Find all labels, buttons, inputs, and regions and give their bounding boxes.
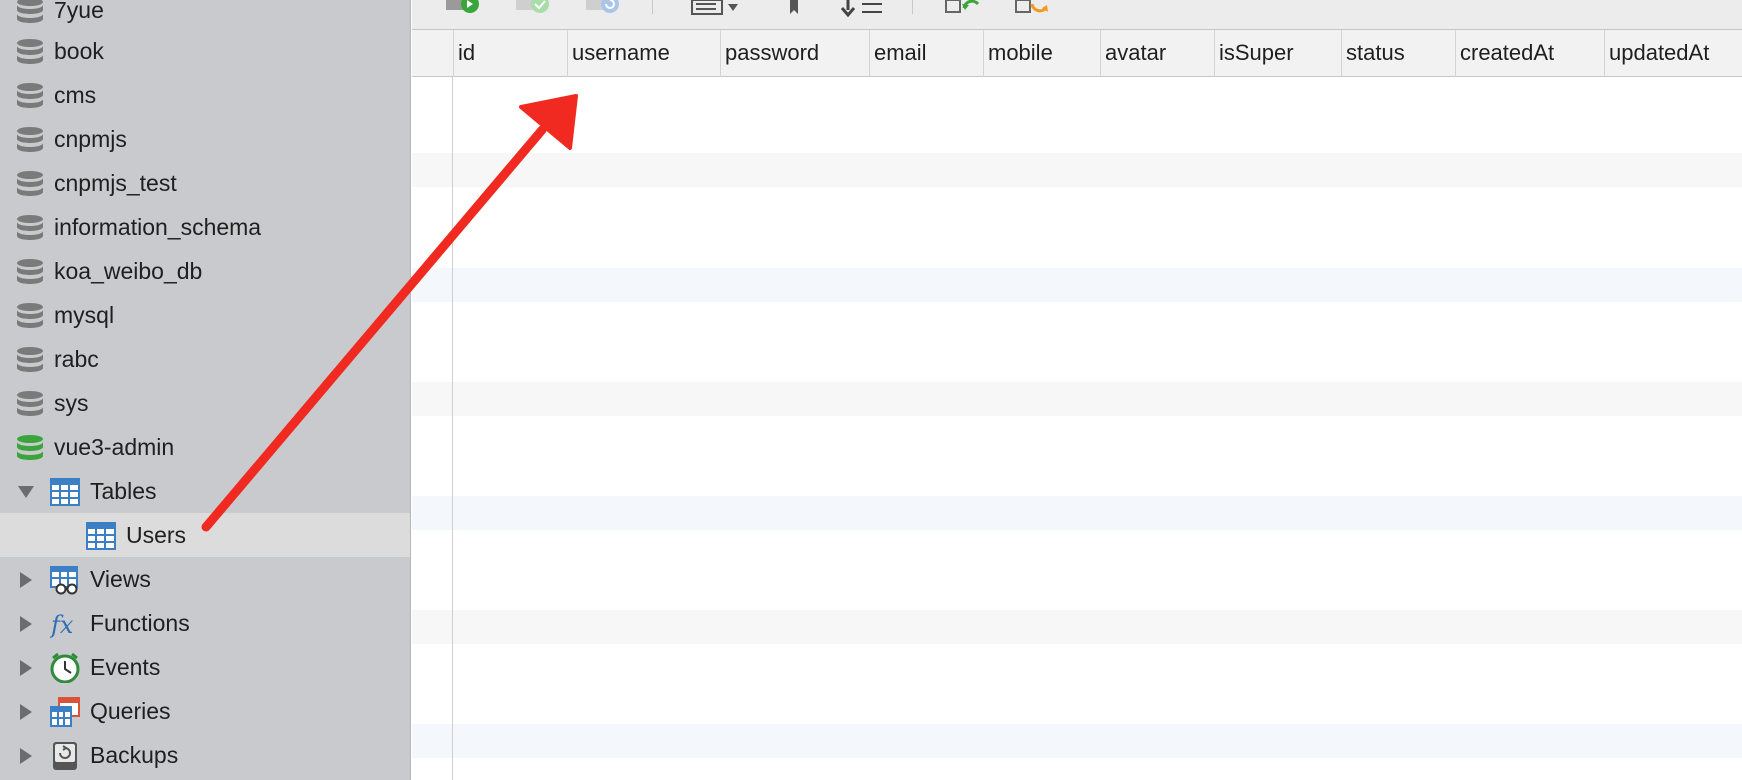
sidebar-item-cnpmjs[interactable]: cnpmjs: [0, 117, 410, 161]
backup-icon: [53, 742, 77, 770]
toolbar: [412, 0, 1742, 30]
sidebar-item-mysql[interactable]: mysql: [0, 293, 410, 337]
column-header-avatar[interactable]: avatar: [1100, 30, 1214, 77]
sidebar-item-label: Backups: [90, 742, 179, 768]
column-header-email[interactable]: email: [869, 30, 983, 77]
run-query-icon[interactable]: [444, 0, 480, 18]
sort-icon[interactable]: [840, 0, 886, 18]
column-header-issuper[interactable]: isSuper: [1214, 30, 1341, 77]
sidebar-group-events[interactable]: Events: [0, 645, 410, 689]
database-icon: [17, 171, 43, 196]
sidebar-item-label: koa_weibo_db: [54, 258, 203, 284]
refresh-icon[interactable]: [584, 0, 620, 18]
table-row[interactable]: [412, 610, 1742, 644]
table-row[interactable]: [412, 153, 1742, 187]
sidebar-item-vue3-admin[interactable]: vue3-admin: [0, 425, 410, 469]
database-icon: [17, 127, 43, 152]
column-header-createdat[interactable]: createdAt: [1455, 30, 1604, 77]
database-icon: [17, 83, 43, 108]
sidebar-item-label: cnpmjs_test: [54, 170, 177, 196]
sidebar-item-label: vue3-admin: [54, 434, 175, 460]
database-active-icon: [17, 435, 43, 460]
sidebar-group-views[interactable]: Views: [0, 557, 410, 601]
import-icon[interactable]: [944, 0, 982, 18]
query-icon: [50, 697, 80, 727]
sidebar-item-label: mysql: [54, 302, 115, 328]
column-header-status[interactable]: status: [1341, 30, 1455, 77]
table-row[interactable]: [412, 382, 1742, 416]
views-icon: [50, 566, 78, 595]
table-icon: [50, 478, 80, 506]
disclosure-triangle-collapsed-icon[interactable]: [18, 704, 34, 720]
disclosure-triangle-expanded-icon[interactable]: [18, 484, 34, 500]
export-icon[interactable]: [1014, 0, 1052, 18]
bookmark-icon[interactable]: [784, 0, 804, 18]
sidebar-item-label: Views: [90, 566, 151, 592]
column-header-updatedat[interactable]: updatedAt: [1604, 30, 1742, 77]
sidebar-item-label: Queries: [90, 698, 171, 724]
row-number-column: [412, 30, 453, 780]
sidebar-item-rabc[interactable]: rabc: [0, 337, 410, 381]
column-header-mobile[interactable]: mobile: [983, 30, 1100, 77]
disclosure-triangle-collapsed-icon[interactable]: [18, 748, 34, 764]
sidebar-group-backups[interactable]: Backups: [0, 733, 410, 777]
sidebar-item-label: cms: [54, 82, 97, 108]
sidebar-item-users-table[interactable]: Users: [0, 513, 410, 557]
sidebar-item-cms[interactable]: cms: [0, 73, 410, 117]
column-header-row: id username password email mobile avatar…: [412, 30, 1742, 77]
database-icon: [17, 215, 43, 240]
database-icon: [17, 259, 43, 284]
sidebar-group-queries[interactable]: Queries: [0, 689, 410, 733]
function-fx-icon: fx: [50, 611, 74, 639]
sidebar-item-label: book: [54, 38, 104, 64]
sidebar-item-label: rabc: [54, 346, 99, 372]
disclosure-triangle-collapsed-icon[interactable]: [18, 572, 34, 588]
database-icon: [17, 303, 43, 328]
database-icon: [17, 39, 43, 64]
sidebar-item-7yue[interactable]: 7yue: [0, 0, 410, 32]
clock-icon: [50, 653, 80, 683]
apply-changes-icon[interactable]: [514, 0, 550, 18]
database-icon: [17, 347, 43, 372]
sidebar-group-functions[interactable]: fx Functions: [0, 601, 410, 645]
sidebar-item-information-schema[interactable]: information_schema: [0, 205, 410, 249]
column-header-id[interactable]: id: [453, 30, 567, 77]
sidebar-item-label: Events: [90, 654, 161, 680]
table-data-grid: id username password email mobile avatar…: [412, 30, 1742, 780]
table-icon: [86, 522, 116, 550]
sidebar-item-label: Tables: [90, 478, 157, 504]
sidebar-group-tables[interactable]: Tables: [0, 469, 410, 513]
sidebar: 7yue book cms cnpmjs cnpmjs_test informa…: [0, 0, 411, 780]
sidebar-item-koa-weibo-db[interactable]: koa_weibo_db: [0, 249, 410, 293]
table-row[interactable]: [412, 268, 1742, 302]
disclosure-triangle-collapsed-icon[interactable]: [18, 660, 34, 676]
text-format-dropdown-icon[interactable]: [690, 0, 742, 18]
sidebar-item-sys[interactable]: sys: [0, 381, 410, 425]
table-row[interactable]: [412, 724, 1742, 758]
disclosure-triangle-collapsed-icon[interactable]: [18, 616, 34, 632]
column-header-password[interactable]: password: [720, 30, 869, 77]
toolbar-separator: [912, 0, 913, 14]
sidebar-item-label: Users: [126, 522, 187, 548]
sidebar-item-label: cnpmjs: [54, 126, 127, 152]
toolbar-separator: [652, 0, 653, 14]
svg-text:fx: fx: [50, 611, 74, 639]
sidebar-item-cnpmjs-test[interactable]: cnpmjs_test: [0, 161, 410, 205]
database-icon: [17, 391, 43, 416]
sidebar-item-label: information_schema: [54, 214, 262, 240]
database-icon: [17, 0, 43, 23]
sidebar-item-label: sys: [54, 390, 89, 416]
column-header-username[interactable]: username: [567, 30, 720, 77]
table-row[interactable]: [412, 496, 1742, 530]
sidebar-item-label: 7yue: [54, 0, 104, 23]
sidebar-item-label: Functions: [90, 610, 190, 636]
sidebar-item-book[interactable]: book: [0, 29, 410, 73]
